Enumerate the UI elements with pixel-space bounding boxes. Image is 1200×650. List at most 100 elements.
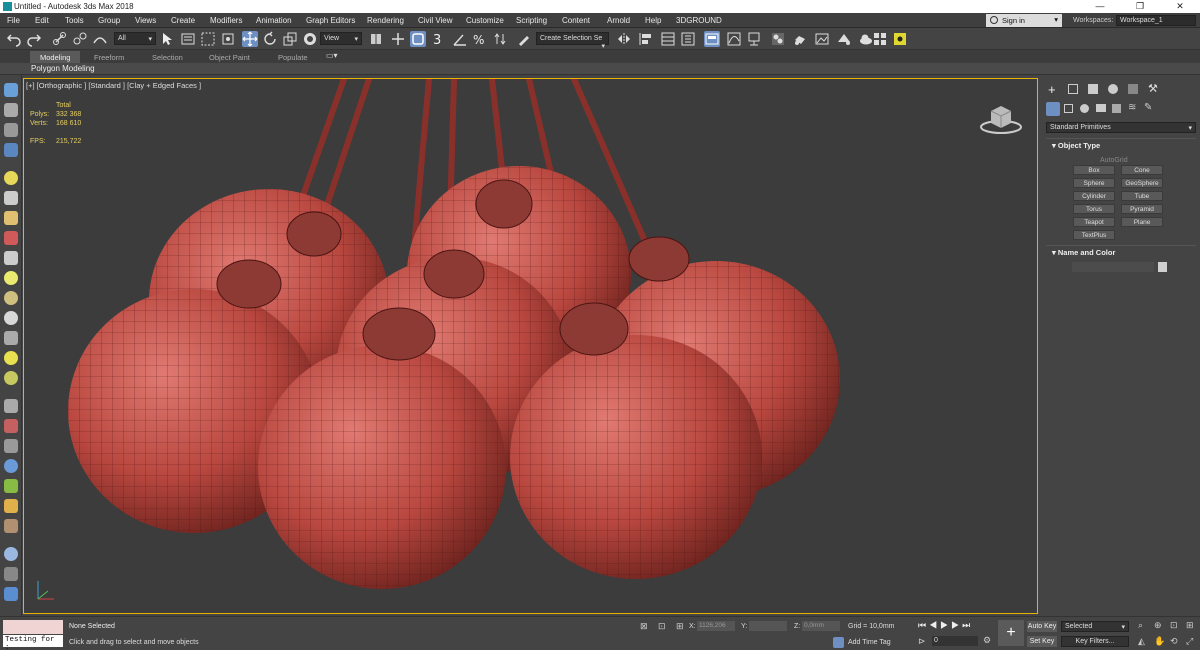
tab-freeform[interactable]: Freeform <box>84 51 134 63</box>
bind-space-warp-icon[interactable] <box>92 31 108 47</box>
cameras-icon[interactable] <box>1096 104 1106 112</box>
menu-scripting[interactable]: Scripting <box>516 16 547 25</box>
motion-tab-icon[interactable] <box>1108 84 1118 94</box>
viewport[interactable]: [+] [Orthographic ] [Standard ] [Clay + … <box>23 78 1038 614</box>
time-config-icon[interactable]: ⚙ <box>983 635 991 646</box>
lock-selection-icon[interactable]: ⊠ <box>640 621 648 632</box>
field-of-view-icon[interactable]: ◭ <box>1138 636 1145 647</box>
selection-filter-select[interactable]: All ▾ <box>114 32 156 45</box>
systems-icon[interactable]: ✎ <box>1144 102 1152 113</box>
reference-coordinate-select[interactable]: View ▾ <box>320 32 362 45</box>
key-selection-select[interactable]: Selected ▾ <box>1061 621 1129 632</box>
box-button[interactable]: Box <box>1073 165 1115 175</box>
time-tag-icon[interactable] <box>833 637 844 648</box>
object-icon[interactable] <box>4 271 18 285</box>
menu-edit[interactable]: Edit <box>35 16 49 25</box>
ribbon-subtitle[interactable]: Polygon Modeling <box>31 64 95 73</box>
menu-modifiers[interactable]: Modifiers <box>210 16 242 25</box>
zoom-extents-all-icon[interactable]: ⊞ <box>1186 620 1194 631</box>
select-object-icon[interactable] <box>160 31 176 47</box>
render-production-icon[interactable] <box>836 31 852 47</box>
menu-group[interactable]: Group <box>98 16 120 25</box>
utility-icon[interactable] <box>4 587 18 601</box>
redo-icon[interactable] <box>26 31 42 47</box>
menu-tools[interactable]: Tools <box>65 16 84 25</box>
set-keys-icon[interactable]: + <box>998 620 1024 646</box>
pivot-center-icon[interactable] <box>368 31 384 47</box>
z-coordinate-field[interactable]: 0,0mm <box>802 621 840 631</box>
select-and-place-icon[interactable] <box>302 31 318 47</box>
menu-create[interactable]: Create <box>171 16 195 25</box>
toggle-scene-explorer-icon[interactable] <box>660 31 676 47</box>
sky-icon[interactable] <box>4 371 18 385</box>
edit-named-selection-icon[interactable] <box>516 31 532 47</box>
autogrid-checkbox[interactable]: AutoGrid <box>1100 157 1128 164</box>
menu-animation[interactable]: Animation <box>256 16 292 25</box>
zoom-all-icon[interactable]: ⊕ <box>1154 620 1162 631</box>
menu-customize[interactable]: Customize <box>466 16 504 25</box>
eye-icon[interactable] <box>4 331 18 345</box>
material-icon[interactable] <box>4 519 18 533</box>
rectangular-selection-icon[interactable] <box>200 31 216 47</box>
sphere-button[interactable]: Sphere <box>1073 178 1115 188</box>
viewport-layout-icon[interactable] <box>4 83 18 97</box>
object-type-header[interactable]: ▾ Object Type <box>1046 139 1196 151</box>
tab-populate[interactable]: Populate <box>268 51 318 63</box>
isolate-selection-icon[interactable]: ⊡ <box>658 621 666 632</box>
lights-icon[interactable] <box>1080 104 1089 113</box>
material-editor-icon[interactable] <box>770 31 786 47</box>
a360-gallery-icon[interactable] <box>872 31 888 47</box>
tab-selection[interactable]: Selection <box>142 51 193 63</box>
geometry-icon[interactable] <box>1046 102 1060 116</box>
x-coordinate-field[interactable]: 1126,206 <box>697 621 735 631</box>
geosphere-button[interactable]: GeoSphere <box>1121 178 1163 188</box>
sign-in-button[interactable]: Sign in ▾ <box>986 14 1062 27</box>
select-by-name-icon[interactable] <box>180 31 196 47</box>
shapes-icon[interactable] <box>1064 104 1073 113</box>
helper-icon[interactable] <box>4 211 18 225</box>
undo-icon[interactable] <box>6 31 22 47</box>
align-icon[interactable] <box>638 31 654 47</box>
zoom-icon[interactable]: ⌕ <box>1138 620 1143 631</box>
cylinder-button[interactable]: Cylinder <box>1073 191 1115 201</box>
y-coordinate-field[interactable] <box>749 621 787 631</box>
menu-3dground[interactable]: 3DGROUND <box>676 16 722 25</box>
geosphere-icon[interactable] <box>4 311 18 325</box>
layer-icon[interactable] <box>4 123 18 137</box>
unlink-icon[interactable] <box>72 31 88 47</box>
menu-civil-view[interactable]: Civil View <box>418 16 453 25</box>
maximize-viewport-icon[interactable]: ⤢ <box>1186 636 1193 647</box>
utilities-tab-icon[interactable]: ⚒ <box>1148 82 1158 95</box>
systems-icon[interactable] <box>4 251 18 265</box>
render-icon[interactable] <box>4 567 18 581</box>
toggle-ribbon-icon[interactable] <box>704 31 720 47</box>
key-mode-icon[interactable]: ⊳ <box>918 636 926 647</box>
plugin-icon[interactable] <box>892 31 908 47</box>
manipulate-icon[interactable] <box>390 31 406 47</box>
toggle-layer-explorer-icon[interactable] <box>680 31 696 47</box>
fire-icon[interactable] <box>4 499 18 513</box>
set-key-button[interactable]: Set Key <box>1027 636 1057 647</box>
display-tab-icon[interactable] <box>1128 84 1138 94</box>
pan-icon[interactable]: ✋ <box>1154 636 1165 647</box>
display-icon[interactable] <box>4 143 18 157</box>
scene-explorer-icon[interactable] <box>4 103 18 117</box>
menu-views[interactable]: Views <box>135 16 156 25</box>
torus-button[interactable]: Torus <box>1073 204 1115 214</box>
teapot-button[interactable]: Teapot <box>1073 217 1115 227</box>
spinner-snap-icon[interactable] <box>492 31 508 47</box>
percent-snap-icon[interactable]: % <box>472 31 488 47</box>
select-and-move-icon[interactable] <box>242 31 258 47</box>
spacewarps-icon[interactable]: ≋ <box>1128 102 1136 113</box>
tab-modeling[interactable]: Modeling <box>30 51 81 63</box>
current-frame-field[interactable]: 0 <box>932 636 978 646</box>
zoom-extents-icon[interactable]: ⊡ <box>1170 620 1178 631</box>
plane-button[interactable]: Plane <box>1121 217 1163 227</box>
render-setup-icon[interactable] <box>792 31 808 47</box>
menu-file[interactable]: File <box>7 16 20 25</box>
menu-arnold[interactable]: Arnold <box>607 16 630 25</box>
particle-icon[interactable] <box>4 399 18 413</box>
primitive-type-select[interactable]: Standard Primitives ▾ <box>1046 122 1196 133</box>
menu-content[interactable]: Content <box>562 16 590 25</box>
named-selection-sets-select[interactable]: Create Selection Se ▾ <box>536 32 609 50</box>
